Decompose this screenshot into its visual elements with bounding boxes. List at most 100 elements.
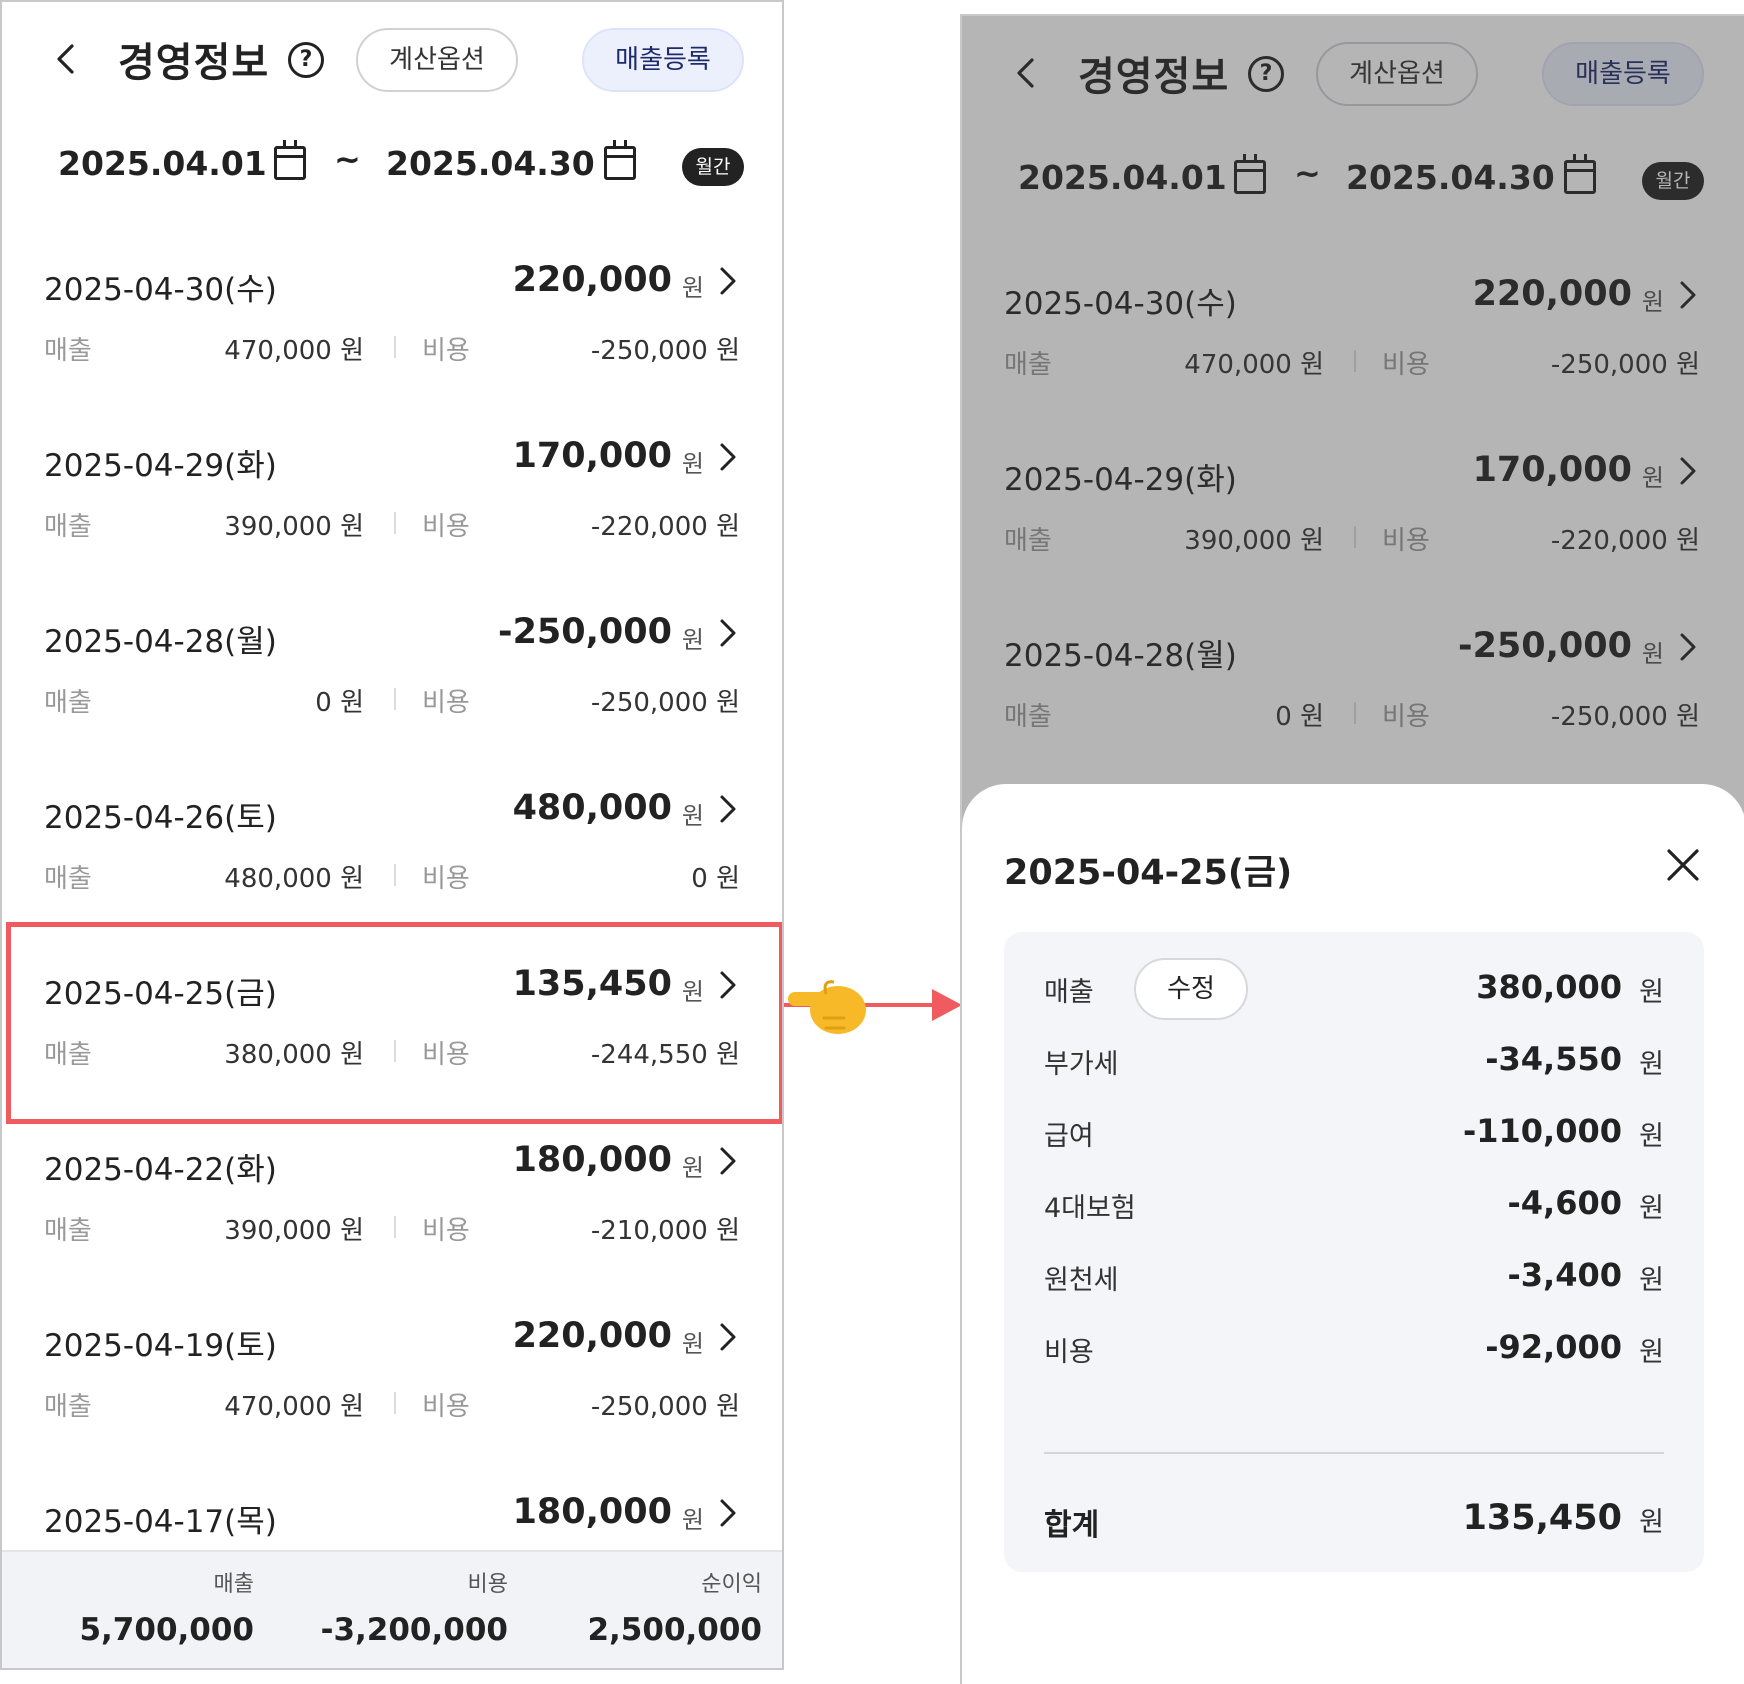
breakdown-unit: 원 bbox=[1639, 1337, 1664, 1368]
list-item[interactable]: 2025-04-28(월) -250,000 원 매출 0 원 비용 -250,… bbox=[2, 602, 782, 778]
period-badge[interactable]: 월간 bbox=[682, 148, 744, 186]
footer-profit-label: 순이익 bbox=[701, 1572, 762, 1597]
row-date: 2025-04-28(월) bbox=[44, 624, 277, 660]
breakdown-unit: 원 bbox=[1639, 1507, 1664, 1538]
cost-label: 비용 bbox=[422, 512, 470, 542]
close-icon[interactable] bbox=[1666, 848, 1700, 882]
footer-sales-label: 매출 bbox=[213, 1572, 254, 1597]
calendar-icon[interactable] bbox=[604, 140, 636, 180]
footer-cost: 비용 -3,200,000 bbox=[321, 1566, 508, 1648]
calendar-icon[interactable] bbox=[274, 140, 306, 180]
row-total: 220,000 bbox=[512, 1316, 672, 1356]
breakdown-row-insurance: 4대보험 -4,600 원 bbox=[1044, 1174, 1664, 1234]
sales-label: 매출 bbox=[44, 1392, 92, 1422]
chevron-right-icon bbox=[720, 1499, 736, 1527]
breakdown-unit: 원 bbox=[1639, 1265, 1664, 1296]
sales-value: 390,000 원 bbox=[224, 1216, 364, 1246]
row-unit: 원 bbox=[681, 802, 704, 830]
arrow-right-icon bbox=[932, 989, 962, 1021]
sales-value: 470,000 원 bbox=[224, 1392, 364, 1422]
sales-label: 매출 bbox=[44, 688, 92, 718]
total-label: 합계 bbox=[1044, 1508, 1100, 1543]
breakdown-row-withholding: 원천세 -3,400 원 bbox=[1044, 1246, 1664, 1306]
footer-profit: 순이익 2,500,000 bbox=[587, 1566, 762, 1648]
chevron-right-icon bbox=[720, 795, 736, 823]
chevron-right-icon bbox=[720, 443, 736, 471]
chevron-right-icon bbox=[720, 267, 736, 295]
list-item[interactable]: 2025-04-29(화) 170,000 원 매출 390,000 원 비용 … bbox=[2, 426, 782, 602]
total-value: 135,450 bbox=[1462, 1498, 1622, 1538]
cost-label: 비용 bbox=[422, 336, 470, 366]
breakdown-row-vat: 부가세 -34,550 원 bbox=[1044, 1030, 1664, 1090]
row-total: -250,000 bbox=[498, 612, 672, 652]
divider bbox=[394, 864, 396, 886]
breakdown-card: 매출 수정 380,000 원 부가세 -34,550 원 급여 -110,00… bbox=[1004, 932, 1704, 1572]
app-header: 경영정보 ? 계산옵션 매출등록 bbox=[2, 2, 782, 122]
cost-label: 비용 bbox=[422, 688, 470, 718]
row-unit: 원 bbox=[681, 274, 704, 302]
footer-profit-value: 2,500,000 bbox=[587, 1612, 762, 1648]
calc-option-button[interactable]: 계산옵션 bbox=[356, 28, 518, 92]
cost-value: -250,000 원 bbox=[590, 1392, 740, 1422]
sales-value: 480,000 원 bbox=[224, 864, 364, 894]
detail-bottom-sheet: 2025-04-25(금) 매출 수정 380,000 원 부가세 -34,55… bbox=[962, 784, 1744, 1684]
row-unit: 원 bbox=[681, 1330, 704, 1358]
list-item[interactable]: 2025-04-22(화) 180,000 원 매출 390,000 원 비용 … bbox=[2, 1130, 782, 1306]
sales-label: 매출 bbox=[44, 864, 92, 894]
sales-value: 390,000 원 bbox=[224, 512, 364, 542]
row-total: 170,000 bbox=[512, 436, 672, 476]
cost-label: 비용 bbox=[422, 1392, 470, 1422]
list-item[interactable]: 2025-04-19(토) 220,000 원 매출 470,000 원 비용 … bbox=[2, 1306, 782, 1482]
breakdown-label: 비용 bbox=[1044, 1337, 1094, 1368]
sales-label: 매출 bbox=[44, 512, 92, 542]
cost-value: -220,000 원 bbox=[590, 512, 740, 542]
row-date: 2025-04-19(토) bbox=[44, 1328, 277, 1364]
edit-button[interactable]: 수정 bbox=[1134, 958, 1248, 1020]
breakdown-value: -92,000 bbox=[1485, 1328, 1622, 1366]
question-circle-icon[interactable]: ? bbox=[288, 42, 324, 78]
row-unit: 원 bbox=[681, 1154, 704, 1182]
chevron-right-icon bbox=[720, 1323, 736, 1351]
breakdown-label: 4대보험 bbox=[1044, 1193, 1136, 1224]
summary-footer: 매출 5,700,000 비용 -3,200,000 순이익 2,500,000 bbox=[2, 1550, 782, 1668]
cost-value: -250,000 원 bbox=[590, 688, 740, 718]
sales-register-button[interactable]: 매출등록 bbox=[582, 28, 744, 92]
divider bbox=[1044, 1452, 1664, 1454]
footer-cost-value: -3,200,000 bbox=[320, 1612, 508, 1648]
divider bbox=[394, 1392, 396, 1414]
breakdown-unit: 원 bbox=[1639, 977, 1664, 1008]
breakdown-unit: 원 bbox=[1639, 1121, 1664, 1152]
list-item[interactable]: 2025-04-30(수) 220,000 원 매출 470,000 원 비용 … bbox=[2, 250, 782, 426]
divider bbox=[394, 1216, 396, 1238]
breakdown-row-cost: 비용 -92,000 원 bbox=[1044, 1318, 1664, 1378]
sales-label: 매출 bbox=[44, 336, 92, 366]
breakdown-value: -4,600 bbox=[1507, 1184, 1623, 1222]
divider bbox=[394, 512, 396, 534]
chevron-left-icon[interactable] bbox=[52, 44, 82, 74]
footer-cost-label: 비용 bbox=[467, 1572, 508, 1597]
highlight-box bbox=[6, 922, 782, 1124]
page-title: 경영정보 bbox=[118, 40, 270, 86]
breakdown-label: 매출 bbox=[1044, 977, 1094, 1008]
cost-label: 비용 bbox=[422, 864, 470, 894]
row-total: 220,000 bbox=[512, 260, 672, 300]
date-range-bar: 2025.04.01 ~ 2025.04.30 월간 bbox=[2, 132, 782, 202]
sales-value: 470,000 원 bbox=[224, 336, 364, 366]
date-to[interactable]: 2025.04.30 bbox=[386, 144, 595, 183]
row-date: 2025-04-22(화) bbox=[44, 1152, 277, 1188]
row-unit: 원 bbox=[681, 450, 704, 478]
breakdown-value: -3,400 bbox=[1507, 1256, 1623, 1294]
breakdown-row-salary: 급여 -110,000 원 bbox=[1044, 1102, 1664, 1162]
date-from[interactable]: 2025.04.01 bbox=[58, 144, 267, 183]
cost-label: 비용 bbox=[422, 1216, 470, 1246]
main-screen: 경영정보 ? 계산옵션 매출등록 2025.04.01 ~ 2025.04.30… bbox=[0, 0, 784, 1670]
divider bbox=[394, 688, 396, 710]
chevron-right-icon bbox=[720, 1147, 736, 1175]
row-date: 2025-04-30(수) bbox=[44, 272, 277, 308]
breakdown-value: 380,000 bbox=[1476, 968, 1622, 1006]
breakdown-unit: 원 bbox=[1639, 1049, 1664, 1080]
breakdown-label: 원천세 bbox=[1044, 1265, 1119, 1296]
sales-label: 매출 bbox=[44, 1216, 92, 1246]
detail-screen: 경영정보 ? 계산옵션 매출등록 2025.04.01 ~ 2025.04.30… bbox=[960, 14, 1744, 1684]
breakdown-label: 급여 bbox=[1044, 1121, 1094, 1152]
